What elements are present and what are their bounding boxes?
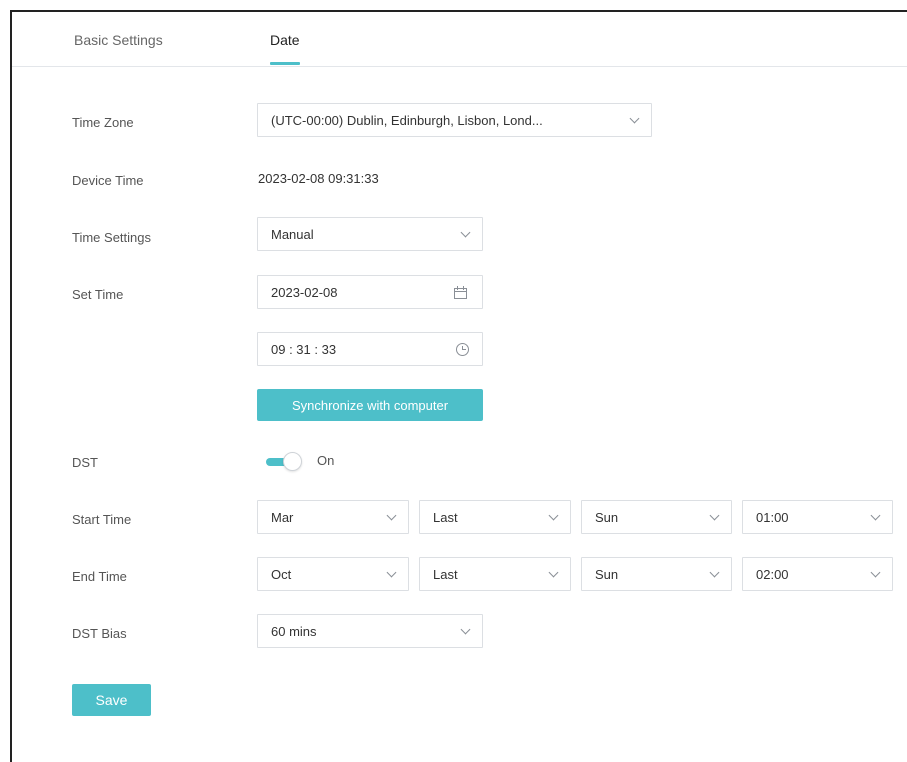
time-input[interactable]: 09 : 31 : 33 — [257, 332, 483, 366]
dst-bias-value: 60 mins — [271, 623, 317, 639]
start-week-select[interactable]: Last — [419, 500, 571, 534]
time-settings-select[interactable]: Manual — [257, 217, 483, 251]
tab-basic-settings[interactable]: Basic Settings — [74, 32, 163, 48]
time-zone-label: Time Zone — [72, 115, 134, 130]
start-hour-value: 01:00 — [756, 509, 789, 525]
toggle-knob — [283, 452, 302, 471]
device-time-value: 2023-02-08 09:31:33 — [258, 171, 379, 186]
dst-state-label: On — [317, 453, 335, 468]
chevron-down-icon — [709, 510, 720, 520]
end-hour-value: 02:00 — [756, 566, 789, 582]
time-input-value: 09 : 31 : 33 — [271, 341, 337, 357]
tab-date[interactable]: Date — [270, 32, 300, 65]
end-day-select[interactable]: Sun — [581, 557, 732, 591]
save-button[interactable]: Save — [72, 684, 151, 716]
time-zone-select[interactable]: (UTC-00:00) Dublin, Edinburgh, Lisbon, L… — [257, 103, 652, 137]
end-week-select[interactable]: Last — [419, 557, 571, 591]
date-settings-panel: Basic Settings Date Time Zone (UTC-00:00… — [10, 10, 907, 762]
start-day-value: Sun — [595, 509, 619, 525]
chevron-down-icon — [870, 567, 881, 577]
chevron-down-icon — [548, 510, 559, 520]
end-week-value: Last — [433, 566, 458, 582]
chevron-down-icon — [870, 510, 881, 520]
chevron-down-icon — [548, 567, 559, 577]
start-month-value: Mar — [271, 509, 294, 525]
end-hour-select[interactable]: 02:00 — [742, 557, 893, 591]
time-settings-label: Time Settings — [72, 230, 151, 245]
start-month-select[interactable]: Mar — [257, 500, 409, 534]
start-day-select[interactable]: Sun — [581, 500, 732, 534]
device-time-label: Device Time — [72, 173, 144, 188]
dst-toggle[interactable] — [266, 452, 302, 472]
chevron-down-icon — [629, 113, 640, 123]
calendar-icon[interactable] — [454, 285, 469, 299]
end-day-value: Sun — [595, 566, 619, 582]
chevron-down-icon — [460, 227, 471, 237]
date-input-value: 2023-02-08 — [271, 284, 338, 300]
chevron-down-icon — [386, 567, 397, 577]
clock-icon[interactable] — [456, 342, 469, 356]
end-month-select[interactable]: Oct — [257, 557, 409, 591]
dst-bias-label: DST Bias — [72, 626, 127, 641]
dst-bias-select[interactable]: 60 mins — [257, 614, 483, 648]
chevron-down-icon — [460, 624, 471, 634]
date-input[interactable]: 2023-02-08 — [257, 275, 483, 309]
start-hour-select[interactable]: 01:00 — [742, 500, 893, 534]
chevron-down-icon — [386, 510, 397, 520]
time-zone-value: (UTC-00:00) Dublin, Edinburgh, Lisbon, L… — [271, 112, 543, 128]
end-month-value: Oct — [271, 566, 292, 582]
synchronize-with-computer-button[interactable]: Synchronize with computer — [257, 389, 483, 421]
dst-label: DST — [72, 455, 98, 470]
end-time-label: End Time — [72, 569, 127, 584]
start-week-value: Last — [433, 509, 458, 525]
tab-bar: Basic Settings Date — [12, 12, 907, 67]
set-time-label: Set Time — [72, 287, 124, 302]
time-settings-value: Manual — [271, 226, 314, 242]
start-time-label: Start Time — [72, 512, 132, 527]
chevron-down-icon — [709, 567, 720, 577]
